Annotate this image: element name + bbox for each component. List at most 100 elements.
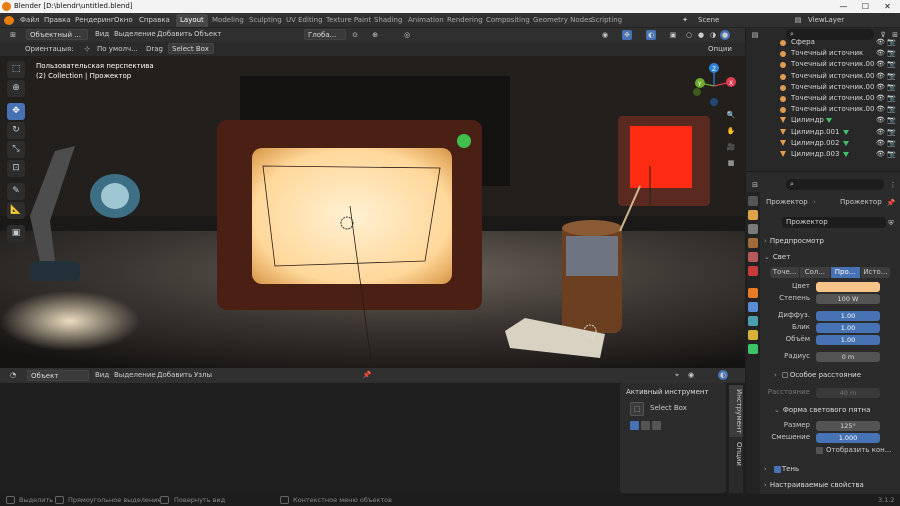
gizmo-toggle-icon[interactable]: ✥	[622, 30, 632, 40]
output-tab-icon[interactable]	[748, 224, 758, 234]
pivot-icon[interactable]: ⊙	[350, 30, 360, 40]
custom-distance-checkbox[interactable]	[782, 372, 788, 378]
scene-icon[interactable]: ✦	[680, 15, 690, 25]
light-data-name-field[interactable]: Прожектор	[782, 217, 886, 228]
view-layer-name[interactable]: ViewLayer	[808, 16, 844, 24]
tab-tool[interactable]: Инструмент	[729, 385, 743, 437]
tool-tab-icon[interactable]	[748, 196, 758, 206]
options-menu[interactable]: Опции	[708, 45, 732, 53]
visibility-eye-icon[interactable]: 👁	[876, 37, 885, 48]
menu-object[interactable]: Объект	[194, 30, 221, 38]
shadow-checkbox[interactable]	[774, 466, 781, 473]
xray-icon[interactable]: ▣	[668, 30, 678, 40]
outliner-row[interactable]: Точечный источник.00 👁 📷	[746, 93, 900, 104]
select-mode-extend-icon[interactable]	[641, 421, 650, 430]
node-overlay-icon[interactable]: ◉	[686, 370, 696, 380]
snap-icon[interactable]: ⊕	[370, 30, 380, 40]
preview-section[interactable]: › Предпросмотр	[764, 235, 894, 247]
constraints-tab-icon[interactable]	[748, 316, 758, 326]
light-section[interactable]: ⌄ Свет	[764, 251, 894, 263]
mesh-data-icon[interactable]	[843, 152, 849, 157]
menu-select[interactable]: Выделение	[114, 30, 156, 38]
mode-select[interactable]: Объектный ...	[26, 29, 88, 40]
outliner-row[interactable]: Точечный источник.00 👁 📷	[746, 59, 900, 70]
node-preview-icon[interactable]: ◐	[718, 370, 728, 380]
visibility-eye-icon[interactable]: 👁	[876, 71, 885, 82]
tab-sculpting[interactable]: Sculpting	[245, 14, 286, 27]
select-box-icon[interactable]: ⬚	[630, 402, 644, 416]
visibility-eye-icon[interactable]: 👁	[876, 104, 885, 115]
mesh-data-icon[interactable]	[843, 140, 849, 146]
render-visibility-icon[interactable]: 📷	[887, 59, 896, 70]
perspective-toggle-icon[interactable]: ▦	[726, 158, 736, 168]
view-layer-tab-icon[interactable]	[748, 238, 758, 248]
render-visibility-icon[interactable]: 📷	[887, 93, 896, 104]
cursor-tool-icon[interactable]: ⊕	[7, 80, 25, 97]
tab-uv-editing[interactable]: UV Editing	[282, 14, 327, 27]
light-data-tab-icon[interactable]	[748, 330, 758, 340]
properties-type-icon[interactable]: ⊟	[750, 180, 760, 190]
outliner-row[interactable]: Точечный источник 👁 📷	[746, 48, 900, 59]
scale-tool-icon[interactable]: ⤡	[7, 141, 25, 158]
tab-scripting[interactable]: Scripting	[587, 14, 626, 27]
visibility-eye-icon[interactable]: 👁	[876, 138, 885, 149]
outliner-row[interactable]: Точечный источник.00 👁 📷	[746, 104, 900, 115]
tab-texture-paint[interactable]: Texture Paint	[322, 14, 375, 27]
menu-help[interactable]: Справка	[139, 16, 170, 24]
menu-window[interactable]: Окно	[114, 16, 133, 24]
menu-file[interactable]: Файл	[20, 16, 39, 24]
menu-render[interactable]: Рендеринг	[75, 16, 115, 24]
visibility-eye-icon[interactable]: 👁	[876, 48, 885, 59]
outliner-row[interactable]: Цилиндр.002 👁 📷	[746, 138, 900, 149]
viewlayer-icon[interactable]: ▤	[793, 15, 803, 25]
volume-field[interactable]: 1.00	[816, 335, 880, 345]
render-visibility-icon[interactable]: 📷	[887, 127, 896, 138]
outliner-row[interactable]: Цилиндр.001 👁 📷	[746, 127, 900, 138]
shading-rendered-icon[interactable]: ●	[720, 30, 730, 40]
close-button[interactable]: ✕	[882, 1, 893, 12]
distance-field[interactable]: 40 m	[816, 388, 880, 398]
drag-select[interactable]: Select Box	[168, 43, 214, 54]
light-type-spot[interactable]: Про...	[830, 267, 860, 278]
3d-viewport[interactable]: Пользовательская перспектива (2) Collect…	[0, 56, 745, 368]
properties-search-input[interactable]: ⌕	[786, 179, 884, 190]
pan-hand-icon[interactable]: ✋	[726, 126, 736, 136]
camera-view-icon[interactable]: 🎥	[726, 142, 736, 152]
orientation-value[interactable]: По умолч...	[97, 45, 138, 53]
menu-view[interactable]: Вид	[95, 30, 109, 38]
shading-wireframe-icon[interactable]: ○	[684, 30, 694, 40]
shading-tab-icon[interactable]	[748, 344, 758, 354]
shading-solid-icon[interactable]: ●	[696, 30, 706, 40]
spot-shape-section[interactable]: ⌄ Форма светового пятна	[774, 404, 900, 416]
visibility-eye-icon[interactable]: 👁	[876, 127, 885, 138]
blender-menu-icon[interactable]	[4, 16, 14, 25]
render-tab-icon[interactable]	[748, 210, 758, 220]
light-color-swatch[interactable]	[816, 282, 880, 292]
proportional-edit-icon[interactable]: ◎	[402, 30, 412, 40]
snap-node-icon[interactable]: ⌖	[672, 370, 682, 380]
node-menu-add[interactable]: Добавить	[157, 371, 192, 379]
object-tab-icon[interactable]	[748, 288, 758, 298]
axis-gizmo-icon[interactable]: Z X Y	[690, 62, 738, 110]
overlay-toggle-icon[interactable]: ◐	[646, 30, 656, 40]
show-cone-checkbox[interactable]	[816, 447, 823, 454]
minimize-button[interactable]: —	[838, 1, 849, 12]
navigation-gizmo[interactable]: Z X Y	[690, 62, 738, 110]
node-editor-type-icon[interactable]: ◔	[8, 370, 18, 380]
node-menu-view[interactable]: Вид	[95, 371, 109, 379]
tab-geometry-nodes[interactable]: Geometry Nodes	[529, 14, 596, 27]
render-visibility-icon[interactable]: 📷	[887, 115, 896, 126]
visibility-eye-icon[interactable]: 👁	[876, 82, 885, 93]
render-visibility-icon[interactable]: 📷	[887, 149, 896, 160]
measure-tool-icon[interactable]: 📐	[7, 202, 25, 219]
render-visibility-icon[interactable]: 📷	[887, 104, 896, 115]
visibility-eye-icon[interactable]: 👁	[876, 93, 885, 104]
outliner-row[interactable]: Сфера 👁 📷	[746, 37, 900, 48]
render-visibility-icon[interactable]: 📷	[887, 37, 896, 48]
annotate-tool-icon[interactable]: ✎	[7, 183, 25, 200]
outliner-row[interactable]: Точечный источник.00 👁 📷	[746, 82, 900, 93]
select-mode-new-icon[interactable]	[630, 421, 639, 430]
specular-field[interactable]: 1.00	[816, 323, 880, 333]
spot-blend-field[interactable]: 1.000	[816, 433, 880, 443]
add-cube-tool-icon[interactable]: ▣	[7, 225, 25, 242]
